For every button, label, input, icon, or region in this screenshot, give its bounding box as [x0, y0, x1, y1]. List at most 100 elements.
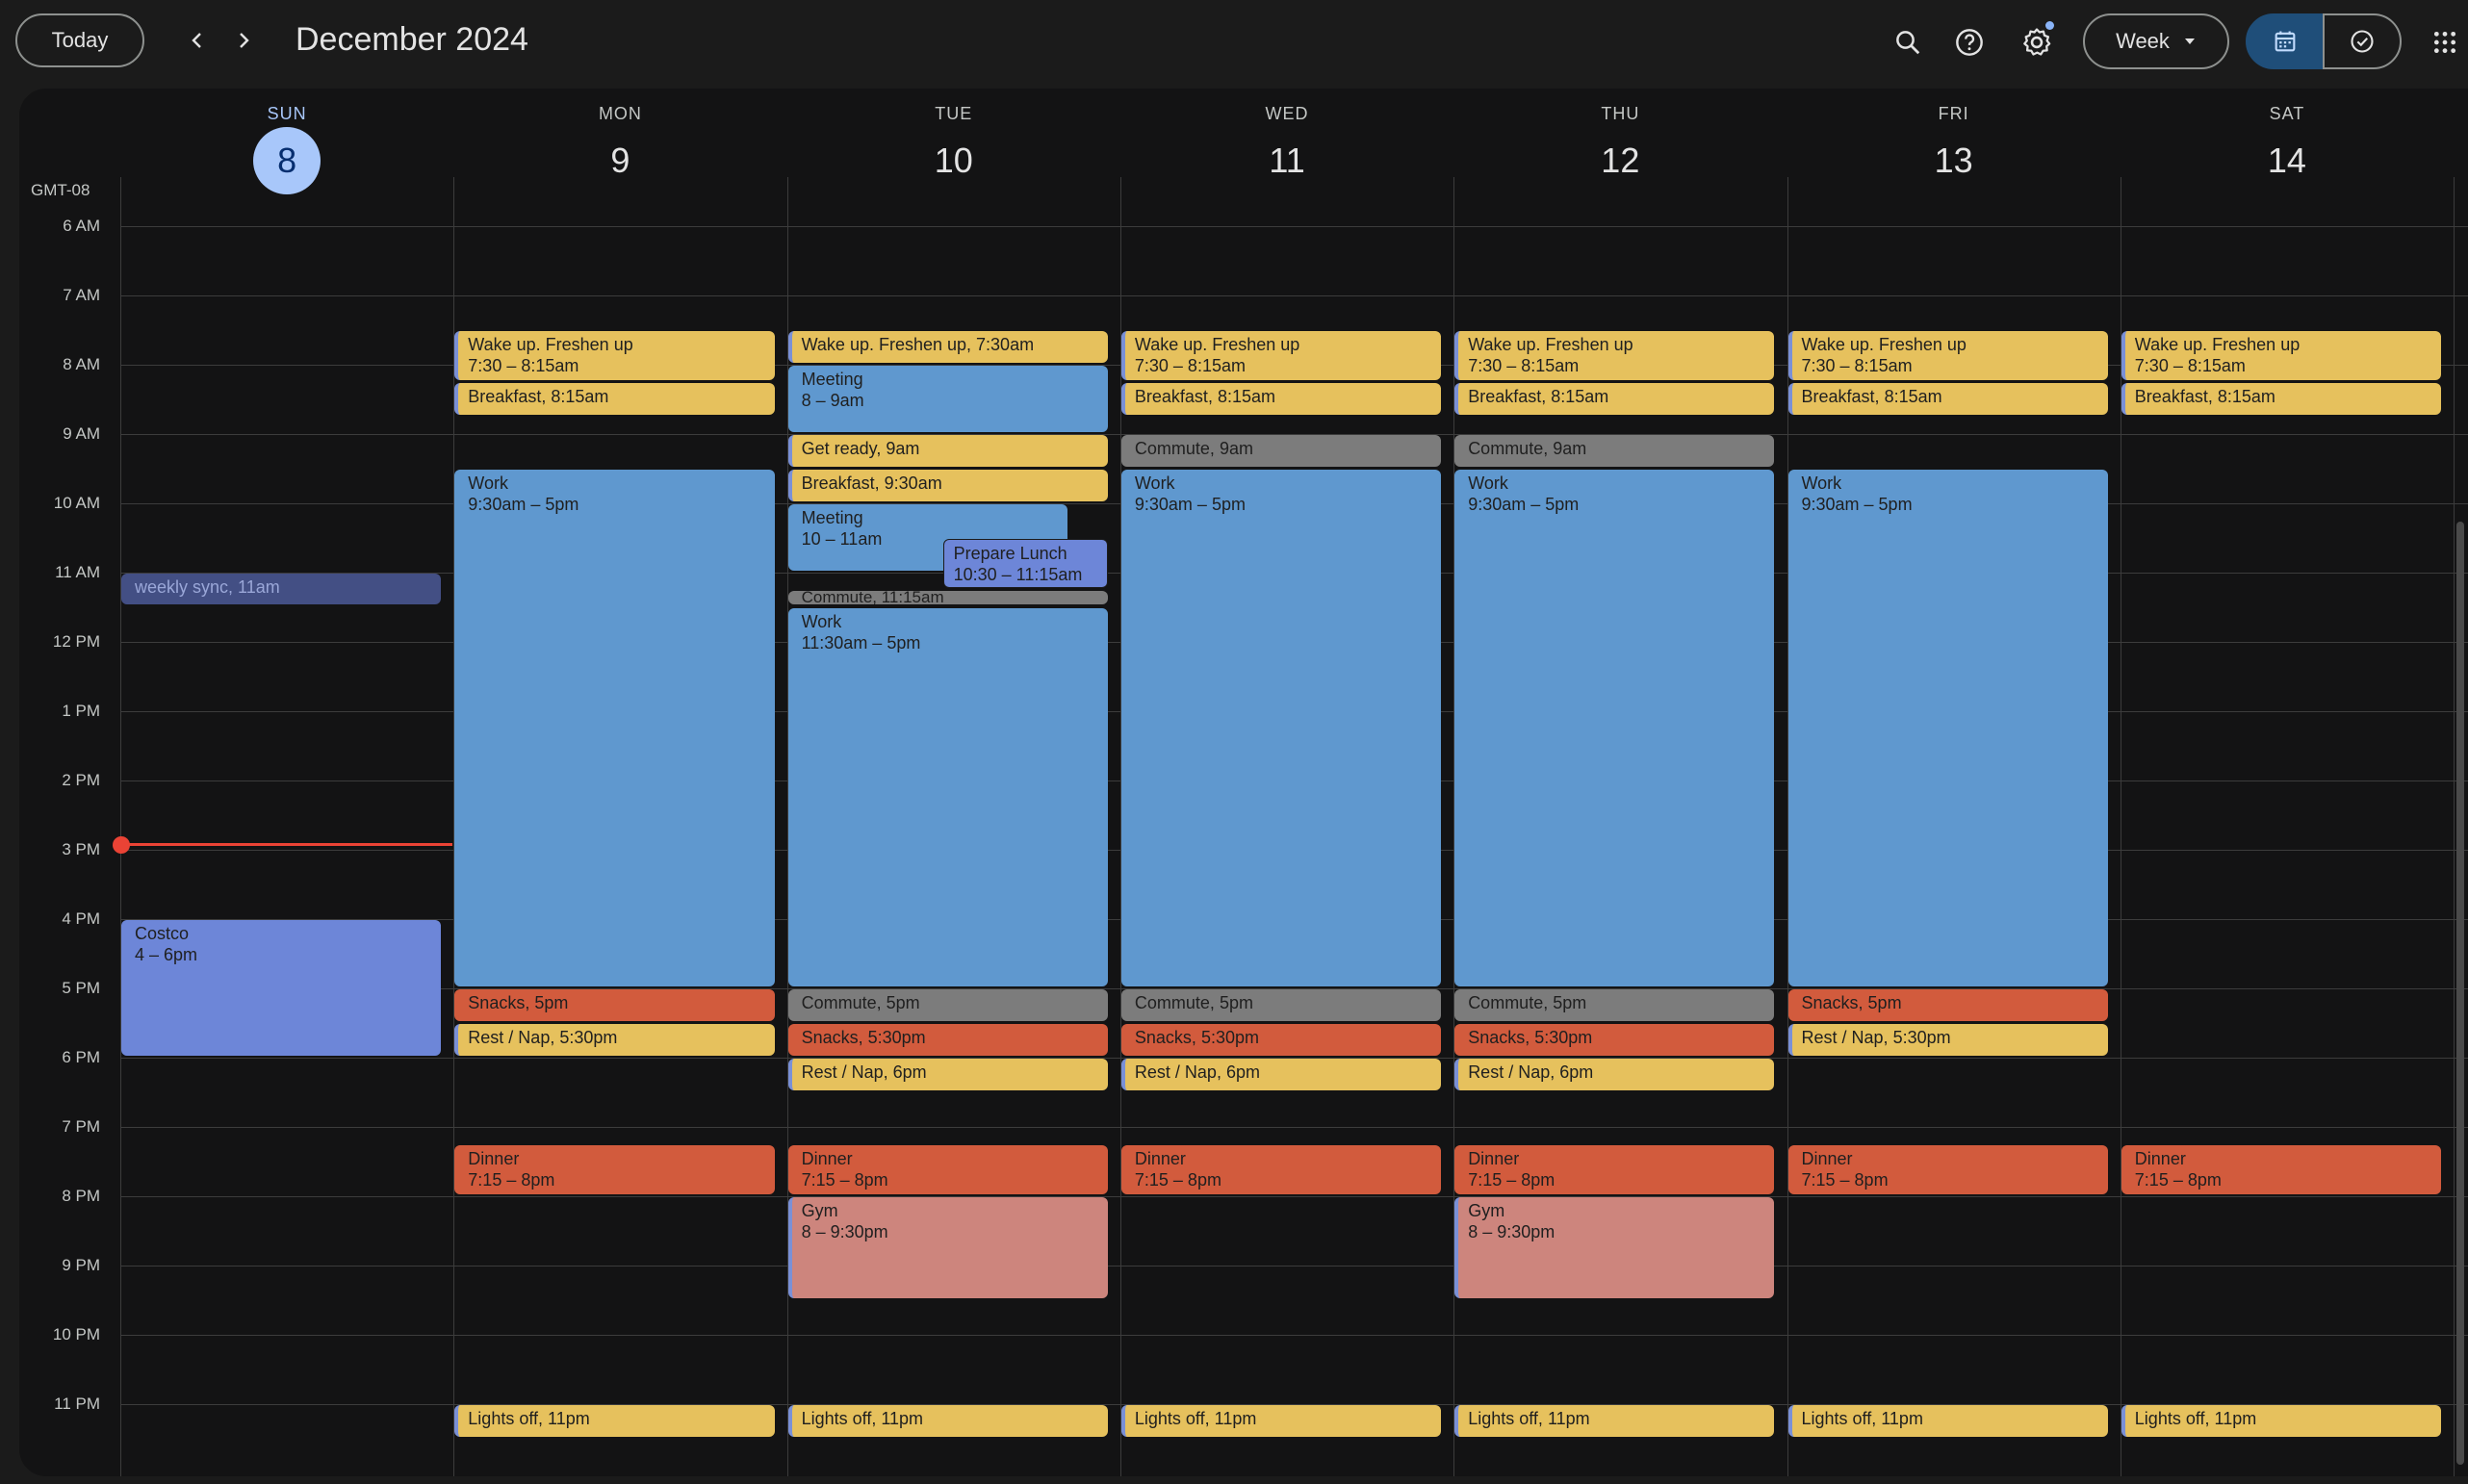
event-rest-nap[interactable]: Rest / Nap, 6pm: [1454, 1059, 1775, 1090]
event-time: 7:30 – 8:15am: [2134, 356, 2246, 375]
event-rest-nap[interactable]: Rest / Nap, 6pm: [1120, 1059, 1442, 1090]
next-week-button[interactable]: [222, 19, 265, 62]
event-work[interactable]: Work 9:30am – 5pm: [1120, 470, 1442, 986]
event-snacks[interactable]: Snacks, 5:30pm: [1120, 1024, 1442, 1056]
event-dinner[interactable]: Dinner 7:15 – 8pm: [1120, 1145, 1442, 1194]
event-breakfast[interactable]: Breakfast, 9:30am: [787, 470, 1108, 501]
event-work[interactable]: Work 11:30am – 5pm: [787, 608, 1108, 986]
event-dinner[interactable]: Dinner 7:15 – 8pm: [454, 1145, 775, 1194]
event-title: Work: [1468, 473, 1508, 493]
event-lights-off[interactable]: Lights off, 11pm: [1120, 1405, 1442, 1437]
event-meeting[interactable]: Meeting 8 – 9am: [787, 366, 1108, 432]
event-prepare-lunch[interactable]: Prepare Lunch 10:30 – 11:15am: [942, 539, 1108, 588]
event-title: Gym: [801, 1201, 838, 1220]
day-number[interactable]: 9: [586, 127, 654, 194]
top-bar: Today December 2024 Week: [0, 0, 2468, 85]
day-number[interactable]: 14: [2253, 127, 2321, 194]
event-wake-up-freshen-up[interactable]: Wake up. Freshen up 7:30 – 8:15am: [1787, 331, 2108, 380]
event-breakfast[interactable]: Breakfast, 8:15am: [1454, 383, 1775, 415]
event-lights-off[interactable]: Lights off, 11pm: [1787, 1405, 2108, 1437]
day-header-sun[interactable]: SUN 8: [120, 89, 453, 194]
event-work[interactable]: Work 9:30am – 5pm: [1454, 470, 1775, 986]
event-dinner[interactable]: Dinner 7:15 – 8pm: [1787, 1145, 2108, 1194]
event-wake-up-freshen-up[interactable]: Wake up. Freshen up 7:30 – 8:15am: [1120, 331, 1442, 380]
event-breakfast[interactable]: Breakfast, 8:15am: [1787, 383, 2108, 415]
settings-button[interactable]: [2014, 19, 2060, 65]
event-title: Work: [1801, 473, 1842, 493]
day-column-divider: [2454, 177, 2455, 1476]
event-get-ready[interactable]: Get ready, 9am: [787, 435, 1108, 467]
event-title: Breakfast: [1801, 387, 1875, 406]
event-dinner[interactable]: Dinner 7:15 – 8pm: [2121, 1145, 2442, 1194]
event-title: Wake up. Freshen up: [468, 335, 633, 354]
event-snacks[interactable]: Snacks, 5:30pm: [1454, 1024, 1775, 1056]
event-separator: ,: [1525, 1028, 1535, 1047]
day-header-tue[interactable]: TUE 10: [787, 89, 1120, 194]
chevron-left-icon: [192, 33, 201, 48]
event-commute[interactable]: Commute, 5pm: [787, 989, 1108, 1021]
today-button[interactable]: Today: [15, 13, 144, 67]
event-weekly-sync[interactable]: weekly sync, 11am: [121, 574, 442, 604]
search-button[interactable]: [1885, 19, 1931, 65]
day-of-week-label: SAT: [2269, 104, 2305, 123]
event-breakfast[interactable]: Breakfast, 8:15am: [1120, 383, 1442, 415]
event-commute[interactable]: Commute, 9am: [1454, 435, 1775, 467]
event-dinner[interactable]: Dinner 7:15 – 8pm: [1454, 1145, 1775, 1194]
event-wake-up-freshen-up[interactable]: Wake up. Freshen up, 7:30am: [787, 331, 1108, 363]
event-time: 9am: [886, 439, 920, 458]
event-gym[interactable]: Gym 8 – 9:30pm: [787, 1197, 1108, 1298]
apps-button[interactable]: [2422, 19, 2468, 65]
day-number[interactable]: 12: [1586, 127, 1654, 194]
day-number[interactable]: 10: [920, 127, 988, 194]
event-commute[interactable]: Commute, 5pm: [1454, 989, 1775, 1021]
day-number[interactable]: 13: [1920, 127, 1988, 194]
event-lights-off[interactable]: Lights off, 11pm: [454, 1405, 775, 1437]
event-lights-off[interactable]: Lights off, 11pm: [1454, 1405, 1775, 1437]
event-rest-nap[interactable]: Rest / Nap, 5:30pm: [1787, 1024, 2108, 1056]
event-commute[interactable]: Commute, 5pm: [1120, 989, 1442, 1021]
day-header-wed[interactable]: WED 11: [1120, 89, 1453, 194]
scrollbar[interactable]: [2456, 522, 2464, 1465]
event-time: 11pm: [2214, 1409, 2257, 1428]
event-lights-off[interactable]: Lights off, 11pm: [2121, 1405, 2442, 1437]
event-time: 7:15 – 8pm: [1801, 1170, 1889, 1190]
event-dinner[interactable]: Dinner 7:15 – 8pm: [787, 1145, 1108, 1194]
event-commute[interactable]: Commute, 11:15am: [787, 591, 1108, 604]
day-number[interactable]: 11: [1253, 127, 1321, 194]
day-header-sat[interactable]: SAT 14: [2121, 89, 2454, 194]
event-snacks[interactable]: Snacks, 5:30pm: [787, 1024, 1108, 1056]
event-time: 8:15am: [1551, 387, 1609, 406]
event-time: 11pm: [1214, 1409, 1257, 1428]
event-wake-up-freshen-up[interactable]: Wake up. Freshen up 7:30 – 8:15am: [1454, 331, 1775, 380]
event-rest-nap[interactable]: Rest / Nap, 6pm: [787, 1059, 1108, 1090]
day-header-fri[interactable]: FRI 13: [1787, 89, 2121, 194]
event-snacks[interactable]: Snacks, 5pm: [1787, 989, 2108, 1021]
event-breakfast[interactable]: Breakfast, 8:15am: [2121, 383, 2442, 415]
event-wake-up-freshen-up[interactable]: Wake up. Freshen up 7:30 – 8:15am: [454, 331, 775, 380]
event-costco[interactable]: Costco 4 – 6pm: [121, 920, 442, 1056]
tasks-view-toggle[interactable]: [2323, 13, 2402, 69]
event-rest-nap[interactable]: Rest / Nap, 5:30pm: [454, 1024, 775, 1056]
event-snacks[interactable]: Snacks, 5pm: [454, 989, 775, 1021]
day-number[interactable]: 8: [253, 127, 321, 194]
day-header-thu[interactable]: THU 12: [1453, 89, 1787, 194]
event-title: Rest / Nap: [1134, 1062, 1217, 1082]
event-separator: ,: [871, 1409, 882, 1428]
event-title: Lights off: [2134, 1409, 2205, 1428]
event-title: Work: [468, 473, 508, 493]
event-breakfast[interactable]: Breakfast, 8:15am: [454, 383, 775, 415]
event-wake-up-freshen-up[interactable]: Wake up. Freshen up 7:30 – 8:15am: [2121, 331, 2442, 380]
help-button[interactable]: [1946, 19, 1992, 65]
event-lights-off[interactable]: Lights off, 11pm: [787, 1405, 1108, 1437]
previous-week-button[interactable]: [176, 19, 219, 62]
event-gym[interactable]: Gym 8 – 9:30pm: [1454, 1197, 1775, 1298]
calendar-view-toggle[interactable]: [2246, 13, 2325, 69]
event-work[interactable]: Work 9:30am – 5pm: [454, 470, 775, 986]
day-header-mon[interactable]: MON 9: [453, 89, 786, 194]
week-grid: GMT-08 SUN 8 MON 9 TUE 10 WED 11 THU 12 FRI 13 SAT 14…: [19, 89, 2468, 1476]
event-title: Costco: [135, 924, 190, 943]
event-commute[interactable]: Commute, 9am: [1120, 435, 1442, 467]
view-switcher-button[interactable]: Week: [2083, 13, 2229, 69]
event-work[interactable]: Work 9:30am – 5pm: [1787, 470, 2108, 986]
view-label: Week: [2116, 29, 2170, 53]
